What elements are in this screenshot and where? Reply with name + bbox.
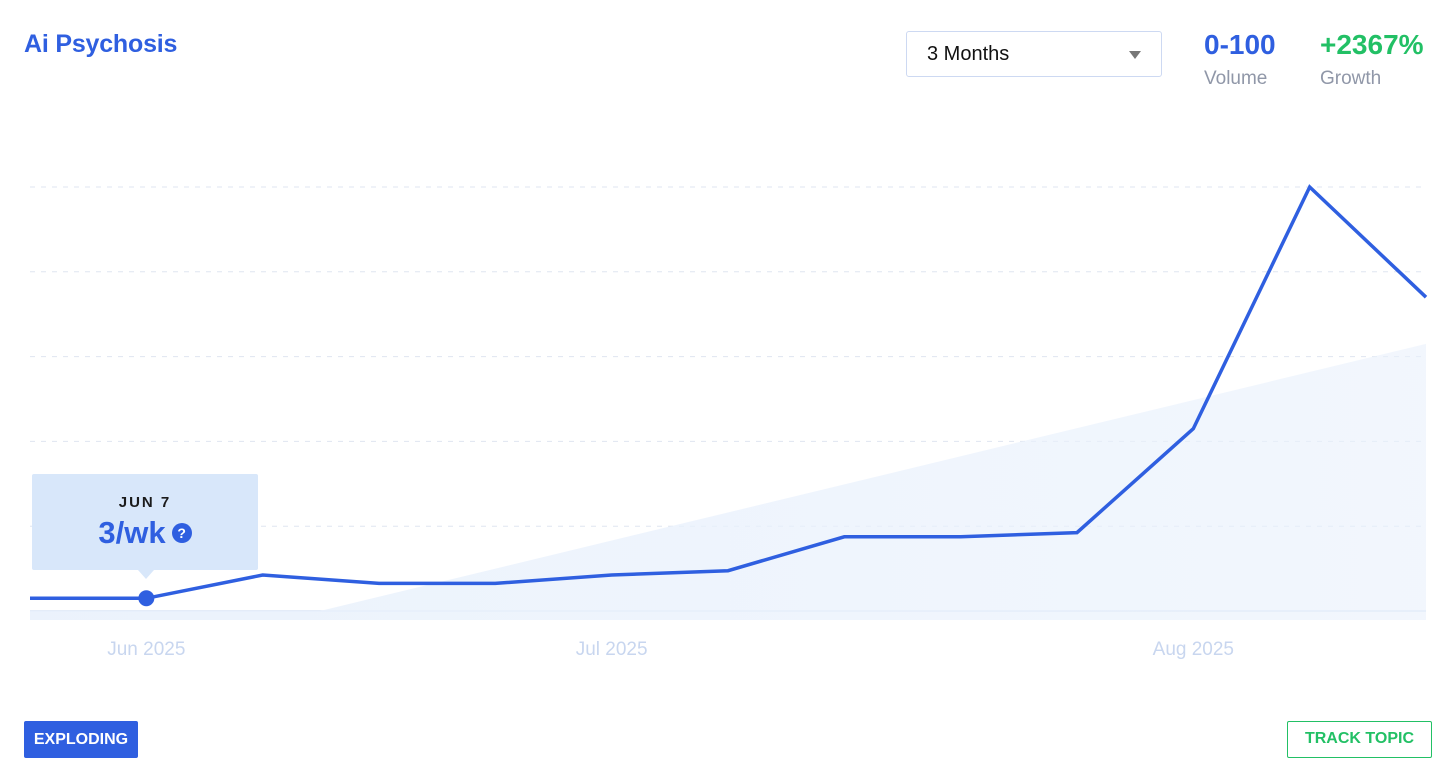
x-tick-label: Jul 2025	[576, 639, 648, 660]
growth-label: Growth	[1320, 68, 1382, 89]
tooltip-date: JUN 7	[118, 494, 172, 511]
volume-value: 0-100	[1204, 29, 1276, 60]
help-icon[interactable]: ?	[171, 523, 192, 543]
x-tick-label: Jun 2025	[107, 639, 185, 660]
trend-chart: Jun 2025 Jul 2025 Aug 2025	[30, 184, 1428, 660]
tooltip-pointer	[138, 570, 154, 579]
tooltip-value: 3/wk	[98, 515, 166, 550]
volume-label: Volume	[1204, 68, 1268, 89]
growth-stat: +2367% Growth	[1320, 28, 1424, 90]
page-title: Ai Psychosis	[24, 30, 178, 58]
track-topic-button[interactable]: TRACK TOPIC	[1287, 721, 1432, 758]
x-tick-labels: Jun 2025 Jul 2025 Aug 2025	[107, 639, 1234, 660]
status-badge: EXPLODING	[24, 721, 138, 758]
range-dropdown[interactable]: 3 Months	[906, 31, 1162, 77]
data-tooltip: JUN 7 3/wk ?	[32, 474, 258, 579]
volume-stat: 0-100 Volume	[1204, 28, 1276, 90]
highlight-point	[138, 590, 155, 607]
chevron-down-icon	[1129, 51, 1141, 59]
x-tick-label: Aug 2025	[1153, 639, 1234, 660]
growth-value: +2367%	[1320, 29, 1424, 60]
range-dropdown-value: 3 Months	[927, 43, 1010, 65]
